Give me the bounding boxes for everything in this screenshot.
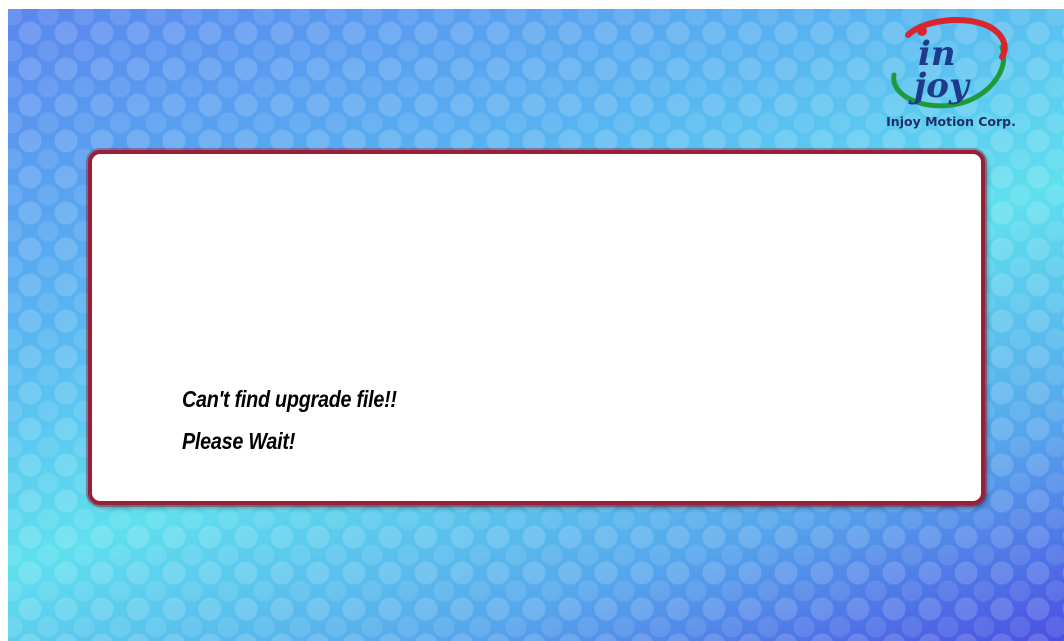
message-dialog: Can't find upgrade file!! Please Wait!	[88, 150, 985, 505]
upgrade-screen: in joy Injoy Motion Corp. Can't find upg…	[8, 9, 1064, 641]
wait-message: Please Wait!	[182, 428, 296, 454]
injoy-logo: in joy Injoy Motion Corp.	[876, 17, 1026, 137]
company-name: Injoy Motion Corp.	[886, 114, 1016, 129]
logo-letters-joy: joy	[908, 66, 971, 106]
error-message: Can't find upgrade file!!	[182, 386, 397, 412]
injoy-logo-mark: in joy	[891, 17, 1008, 109]
